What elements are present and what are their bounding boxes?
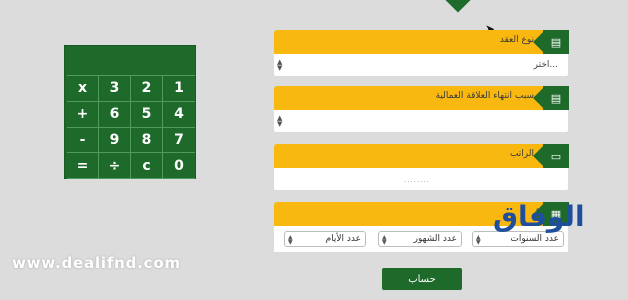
keypad-key[interactable]: 6 xyxy=(99,101,131,128)
contract-type-label: نوع العقد xyxy=(499,35,534,45)
days-select[interactable]: ▲ ▼ عدد الأيام xyxy=(284,231,366,247)
keypad-key[interactable]: c xyxy=(131,153,163,179)
contract-type-card: نوع العقد ▤ ▲ ▼ اختر... xyxy=(274,30,569,76)
salary-placeholder: ........ xyxy=(404,176,430,184)
watermark-logo: الوفاق xyxy=(493,200,585,233)
salary-label: الراتب xyxy=(509,149,534,159)
select-arrows-icon: ▲ ▼ xyxy=(277,114,283,128)
keypad-key[interactable]: 0 xyxy=(163,153,195,179)
keypad-key[interactable]: - xyxy=(67,127,99,154)
select-arrows-icon: ▲ ▼ xyxy=(277,58,283,72)
keypad-key[interactable]: 4 xyxy=(163,102,195,128)
calculator-keypad: x 3 2 1 +6 5 4 -9 8 7 = ÷ c 0 xyxy=(64,45,196,179)
months-label: عدد الشهور xyxy=(413,234,457,244)
keypad-key[interactable]: = xyxy=(67,153,99,179)
keypad-key[interactable]: 9 xyxy=(99,127,131,154)
keypad-key[interactable]: 2 xyxy=(131,76,163,102)
contract-type-value: اختر... xyxy=(533,60,558,70)
termination-reason-select[interactable]: ▲ ▼ xyxy=(274,110,568,132)
termination-reason-label: سبب انتهاء العلاقة العمالية xyxy=(435,91,534,101)
keypad-key[interactable]: ÷ xyxy=(99,153,131,179)
keypad-key[interactable]: x xyxy=(67,76,99,102)
keypad-key[interactable]: 3 xyxy=(99,76,131,102)
document-icon: ▤ xyxy=(543,86,569,110)
select-arrows-icon: ▲ ▼ xyxy=(476,234,481,246)
years-select[interactable]: ▲ ▼ عدد السنوات xyxy=(472,231,564,247)
contract-type-header: نوع العقد ▤ xyxy=(274,30,569,54)
watermark-url: www.dealifnd.com xyxy=(12,254,181,272)
top-pointer-shape xyxy=(442,0,474,13)
contract-type-select[interactable]: ▲ ▼ اختر... xyxy=(274,54,568,76)
salary-card: الراتب ▭ ........ xyxy=(274,144,569,190)
calculate-button[interactable]: حساب xyxy=(382,268,462,290)
days-label: عدد الأيام xyxy=(325,234,361,244)
select-arrows-icon: ▲ ▼ xyxy=(288,234,293,246)
keypad-key[interactable]: 1 xyxy=(163,76,195,102)
document-icon: ▤ xyxy=(543,30,569,54)
termination-reason-card: سبب انتهاء العلاقة العمالية ▤ ▲ ▼ xyxy=(274,86,569,132)
keypad-key[interactable]: 7 xyxy=(163,128,195,154)
years-label: عدد السنوات xyxy=(510,234,559,244)
keypad-key[interactable]: + xyxy=(67,101,99,128)
keypad-grid: x 3 2 1 +6 5 4 -9 8 7 = ÷ c 0 xyxy=(67,75,195,179)
select-arrows-icon: ▲ ▼ xyxy=(382,234,387,246)
keypad-key[interactable]: 5 xyxy=(131,101,163,128)
money-icon: ▭ xyxy=(543,144,569,168)
salary-header: الراتب ▭ xyxy=(274,144,569,168)
termination-reason-header: سبب انتهاء العلاقة العمالية ▤ xyxy=(274,86,569,110)
salary-input[interactable]: ........ xyxy=(274,168,568,190)
months-select[interactable]: ▲ ▼ عدد الشهور xyxy=(378,231,462,247)
keypad-key[interactable]: 8 xyxy=(131,127,163,154)
keypad-display xyxy=(65,46,195,73)
